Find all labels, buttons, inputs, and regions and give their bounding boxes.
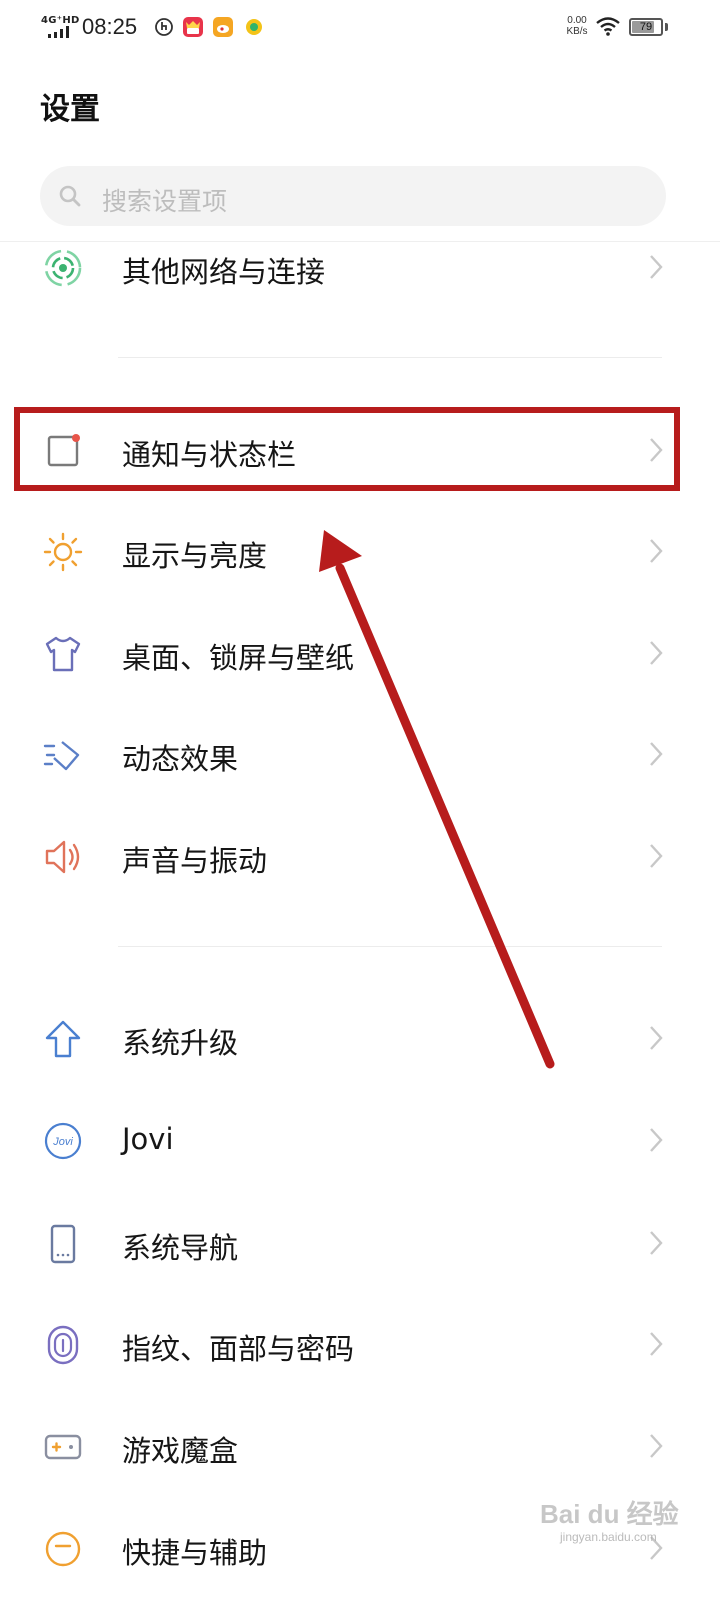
chevron-right-icon xyxy=(650,539,663,563)
settings-item-other-networks[interactable]: 其他网络与连接 xyxy=(0,217,720,317)
settings-item-wallpaper[interactable]: 桌面、锁屏与壁纸 xyxy=(0,603,720,703)
section-divider xyxy=(118,946,662,947)
highlight-box xyxy=(14,407,680,491)
network-speed-value: 0.00 xyxy=(567,15,587,26)
svg-text:Jovi: Jovi xyxy=(52,1136,73,1148)
phone-navigation-icon xyxy=(50,1224,76,1264)
chevron-right-icon xyxy=(650,844,663,868)
settings-item-label: 动态效果 xyxy=(122,742,239,776)
weibo-icon xyxy=(213,17,233,37)
settings-item-system-upgrade[interactable]: 系统升级 xyxy=(0,988,720,1088)
baidu-watermark-logo: Bai du 经验 xyxy=(540,1499,679,1529)
settings-item-motion-effects[interactable]: 动态效果 xyxy=(0,704,720,804)
jovi-icon: Jovi xyxy=(44,1122,82,1160)
battery-icon: 79 xyxy=(629,18,663,36)
network-connection-icon xyxy=(44,249,82,287)
chevron-right-icon xyxy=(650,1128,663,1152)
network-type: 4G⁺HD xyxy=(41,15,80,26)
search-placeholder: 搜索设置项 xyxy=(102,187,228,216)
settings-item-label: 系统升级 xyxy=(122,1026,239,1060)
music-app-icon xyxy=(246,19,262,35)
chevron-right-icon xyxy=(650,1434,663,1458)
network-speed-unit: KB/s xyxy=(566,26,588,37)
settings-item-fingerprint-face-password[interactable]: 指纹、面部与密码 xyxy=(0,1294,720,1394)
chevron-right-icon xyxy=(650,1026,663,1050)
settings-item-game-box[interactable]: 游戏魔盒 xyxy=(0,1396,720,1496)
chevron-right-icon xyxy=(650,255,663,279)
search-icon xyxy=(59,185,81,207)
settings-item-display[interactable]: 显示与亮度 xyxy=(0,501,720,601)
settings-item-label: 声音与振动 xyxy=(122,844,268,878)
settings-item-sound[interactable]: 声音与振动 xyxy=(0,806,720,906)
section-divider xyxy=(118,357,662,358)
speaker-icon xyxy=(45,840,80,874)
settings-item-label: 桌面、锁屏与壁纸 xyxy=(122,641,355,675)
sun-icon xyxy=(43,532,83,572)
battery-percent: 79 xyxy=(639,21,653,33)
motion-effect-icon xyxy=(43,741,80,771)
chevron-right-icon xyxy=(650,1332,663,1356)
fingerprint-icon xyxy=(47,1325,79,1365)
clock: 08:25 xyxy=(82,14,138,39)
data-usage-icon xyxy=(155,18,173,36)
settings-item-label: 游戏魔盒 xyxy=(122,1434,239,1468)
settings-item-label: 快捷与辅助 xyxy=(122,1536,268,1570)
settings-item-label: 显示与亮度 xyxy=(122,539,268,573)
battery-terminal xyxy=(665,23,668,31)
status-bar: 4G⁺HD 08:25 0.00 KB/s 79 xyxy=(0,0,720,56)
settings-item-label: Jovi xyxy=(122,1122,174,1156)
network-speed: 0.00 KB/s xyxy=(560,15,594,37)
shortcut-icon xyxy=(45,1531,81,1567)
settings-item-label: 指纹、面部与密码 xyxy=(122,1332,355,1366)
upgrade-arrow-icon xyxy=(45,1020,81,1058)
page-title: 设置 xyxy=(40,92,100,127)
settings-item-label: 其他网络与连接 xyxy=(122,255,326,289)
wifi-icon xyxy=(596,17,620,36)
settings-item-jovi[interactable]: Jovi Jovi xyxy=(0,1090,720,1190)
shopping-app-icon xyxy=(183,17,203,37)
settings-item-label: 系统导航 xyxy=(122,1231,239,1265)
signal-strength-icon xyxy=(48,26,69,38)
chevron-right-icon xyxy=(650,742,663,766)
chevron-right-icon xyxy=(650,1231,663,1255)
baidu-watermark-url: jingyan.baidu.com xyxy=(560,1530,657,1544)
gamepad-icon xyxy=(44,1434,82,1460)
chevron-right-icon xyxy=(650,641,663,665)
settings-item-system-navigation[interactable]: 系统导航 xyxy=(0,1193,720,1293)
tshirt-icon xyxy=(45,636,81,672)
